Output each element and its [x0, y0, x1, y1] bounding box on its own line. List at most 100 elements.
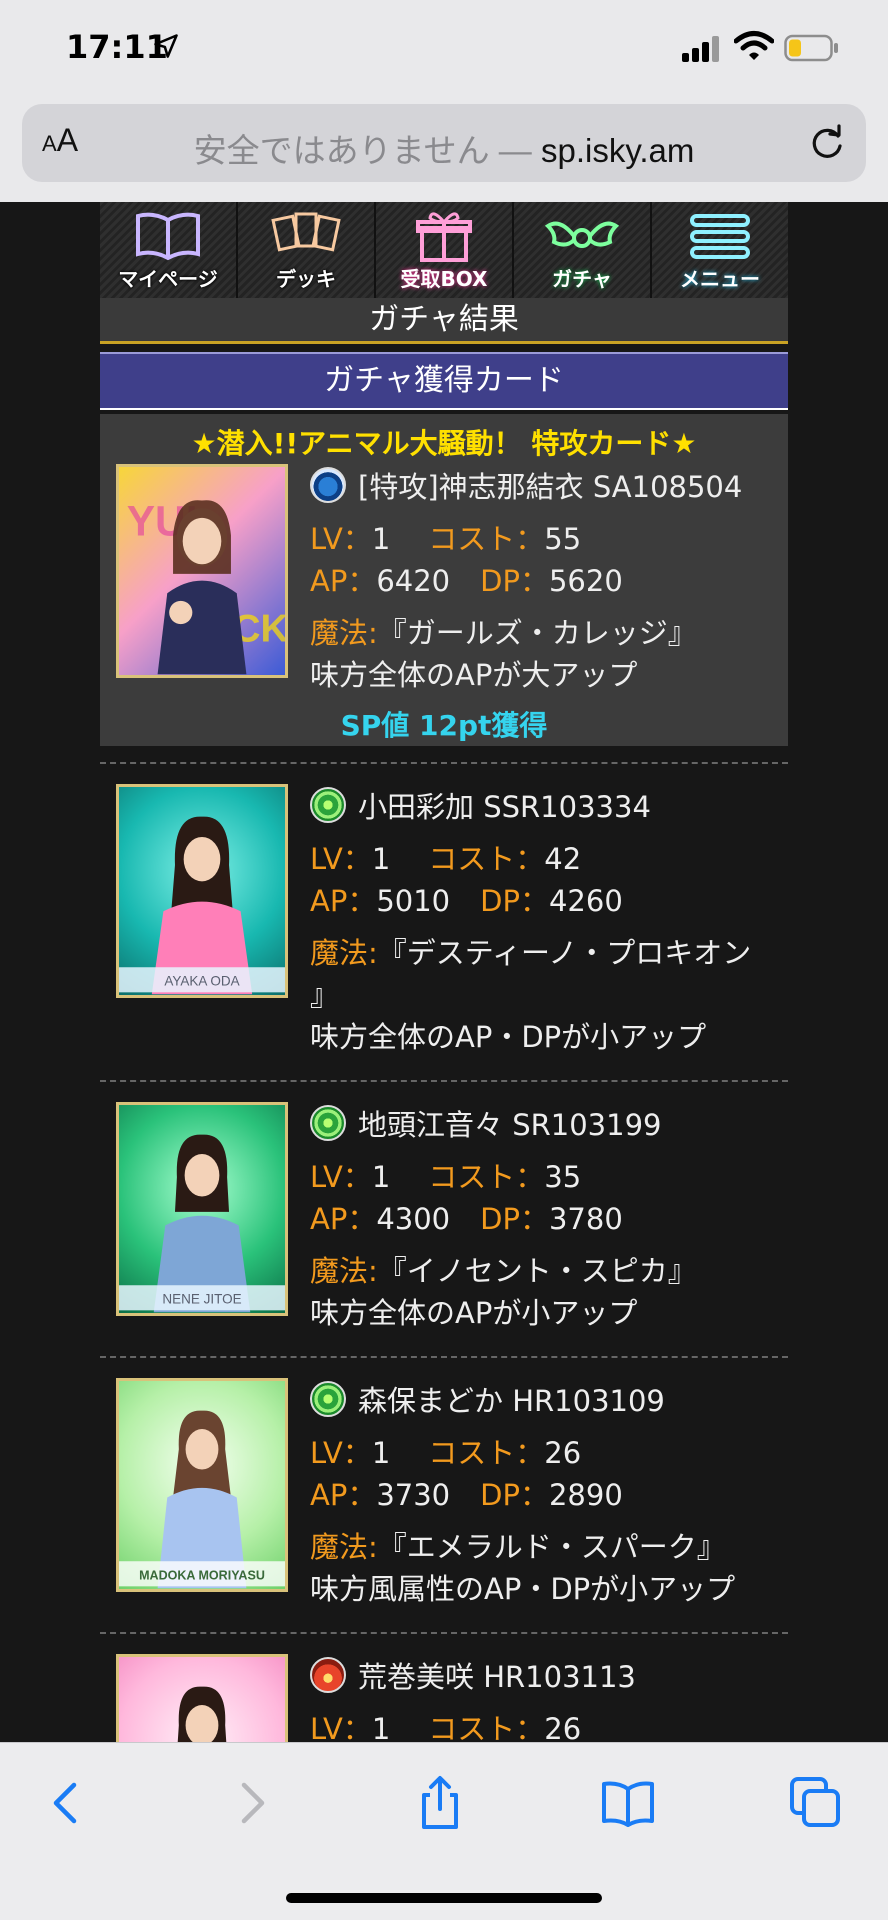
card-effect: 味方風属性のAP・DPが小アップ [310, 1572, 736, 1606]
tabs-icon[interactable] [786, 1773, 846, 1833]
nav-deck[interactable]: デッキ [238, 202, 376, 298]
nav-label: マイページ [118, 267, 218, 291]
lv-label: LV： [310, 1712, 372, 1742]
card-thumbnail: MADOKA MORIYASU [116, 1378, 288, 1592]
nav-label: デッキ [276, 267, 336, 291]
cellular-signal-icon [682, 36, 724, 62]
divider [100, 1356, 788, 1358]
card-dp: 3780 [548, 1202, 623, 1236]
reload-icon[interactable] [806, 122, 848, 164]
forward-icon[interactable] [222, 1773, 282, 1833]
card-cost: 35 [544, 1160, 582, 1194]
card-thumbnail: NENE JITOE [116, 1102, 288, 1316]
card-nameplate-text: MADOKA MORIYASU [139, 1569, 265, 1583]
card-nameplate-text: AYAKA ODA [164, 974, 239, 989]
ap-label: AP： [310, 884, 377, 918]
lv-label: LV： [310, 1160, 372, 1194]
wings-icon [544, 221, 620, 248]
card-dp: 2890 [548, 1478, 623, 1512]
card-lv: 1 [371, 1712, 391, 1742]
card-name: 地頭江音々 SR103199 [358, 1108, 662, 1142]
nav-gacha[interactable]: ガチャ [514, 202, 652, 298]
card-name: [特攻]神志那結衣 SA108504 [358, 470, 743, 504]
water-attribute-icon [310, 467, 346, 503]
card-ap: 6420 [376, 564, 451, 598]
card-thumbnail: AYAKA ODA [116, 784, 288, 998]
share-icon[interactable] [410, 1773, 470, 1833]
dp-label: DP： [480, 1478, 549, 1512]
bookmarks-icon[interactable] [598, 1773, 658, 1833]
cost-label: コスト： [428, 842, 545, 876]
cost-label: コスト： [428, 1436, 545, 1470]
magic-label: 魔法: [310, 936, 378, 970]
game-nav: マイページ デッキ 受取BOX ガチャ メニュー [100, 202, 788, 298]
card-lv: 1 [371, 522, 391, 556]
wind-attribute-icon [310, 1105, 346, 1141]
game-page: マイページ デッキ 受取BOX ガチャ メニュー ガチャ結果 ガチャ獲得カード … [100, 202, 788, 1742]
url-display[interactable]: 安全ではありません — sp.isky.am [22, 124, 866, 172]
card-cost: 26 [544, 1712, 582, 1742]
address-bar[interactable]: AA 安全ではありません — sp.isky.am [22, 104, 866, 182]
card-magic: 『エメラルド・スパーク』 [377, 1530, 726, 1564]
wind-attribute-icon [310, 1381, 346, 1417]
card-name: 森保まどか HR103109 [358, 1384, 665, 1418]
magic-label: 魔法: [310, 1254, 378, 1288]
magic-label: 魔法: [310, 616, 378, 650]
status-bar: 17:11 [0, 0, 888, 92]
card-ap: 4300 [376, 1202, 451, 1236]
gift-icon [416, 212, 472, 262]
nav-mypage[interactable]: マイページ [100, 202, 238, 298]
nav-label: メニュー [680, 267, 760, 291]
card-magic-cont: 』 [310, 978, 340, 1012]
card-lv: 1 [371, 1436, 391, 1470]
nav-receive-box[interactable]: 受取BOX [376, 202, 514, 298]
nav-label: 受取BOX [400, 267, 488, 291]
card-effect: 味方全体のAPが小アップ [310, 1296, 638, 1330]
insecure-label: 安全ではありません — [193, 132, 532, 169]
fire-attribute-icon [310, 1657, 346, 1693]
cost-label: コスト： [428, 522, 545, 556]
divider [100, 1080, 788, 1082]
cards-icon [271, 212, 341, 252]
divider [100, 762, 788, 764]
wind-attribute-icon [310, 787, 346, 823]
card-entry[interactable]: MADOKA MORIYASU 森保まどか HR103109 LV：1 コスト：2… [100, 1378, 788, 1618]
card-entry[interactable]: NENE JITOE 地頭江音々 SR103199 LV：1 コスト：35 AP：… [100, 1102, 788, 1342]
card-cost: 55 [544, 522, 582, 556]
dp-label: DP： [480, 884, 549, 918]
menu-icon [690, 214, 750, 259]
card-ap: 3730 [376, 1478, 451, 1512]
card-name: 小田彩加 SSR103334 [358, 790, 651, 824]
card-nameplate-text: NENE JITOE [162, 1292, 241, 1307]
card-cost: 42 [544, 842, 582, 876]
url-host: sp.isky.am [540, 132, 695, 169]
ap-label: AP： [310, 564, 377, 598]
card-entry[interactable]: 荒巻美咲 HR103113 LV：1 コスト：26 [100, 1654, 788, 1742]
battery-icon [784, 34, 838, 62]
card-magic: 『デスティーノ・プロキオン [377, 936, 752, 970]
card-dp: 4260 [548, 884, 623, 918]
lv-label: LV： [310, 1436, 372, 1470]
browser-bottom-toolbar [0, 1742, 888, 1920]
card-cost: 26 [544, 1436, 582, 1470]
page-title: ガチャ結果 [100, 298, 788, 344]
featured-title: ★潜入!!アニマル大騒動！ 特攻カード★ [191, 427, 697, 460]
book-icon [136, 212, 200, 261]
ap-label: AP： [310, 1478, 377, 1512]
card-thumbnail: YUI BACK [116, 464, 288, 678]
cost-label: コスト： [428, 1712, 545, 1742]
cost-label: コスト： [428, 1160, 545, 1194]
dp-label: DP： [480, 1202, 549, 1236]
card-effect: 味方全体のAPが大アップ [310, 658, 638, 692]
home-indicator [286, 1893, 602, 1903]
browser-top-bar: AA 安全ではありません — sp.isky.am [0, 92, 888, 202]
nav-menu[interactable]: メニュー [652, 202, 788, 298]
card-effect: 味方全体のAP・DPが小アップ [310, 1020, 707, 1054]
dp-label: DP： [480, 564, 549, 598]
card-name: 荒巻美咲 HR103113 [358, 1660, 636, 1694]
back-icon[interactable] [36, 1773, 96, 1833]
featured-card-panel: ★潜入!!アニマル大騒動！ 特攻カード★ YUI BACK [特攻]神志那結衣 … [100, 414, 788, 746]
lv-label: LV： [310, 522, 372, 556]
wifi-icon [734, 31, 774, 60]
card-entry[interactable]: AYAKA ODA 小田彩加 SSR103334 LV：1 コスト：42 AP：5… [100, 784, 788, 1074]
